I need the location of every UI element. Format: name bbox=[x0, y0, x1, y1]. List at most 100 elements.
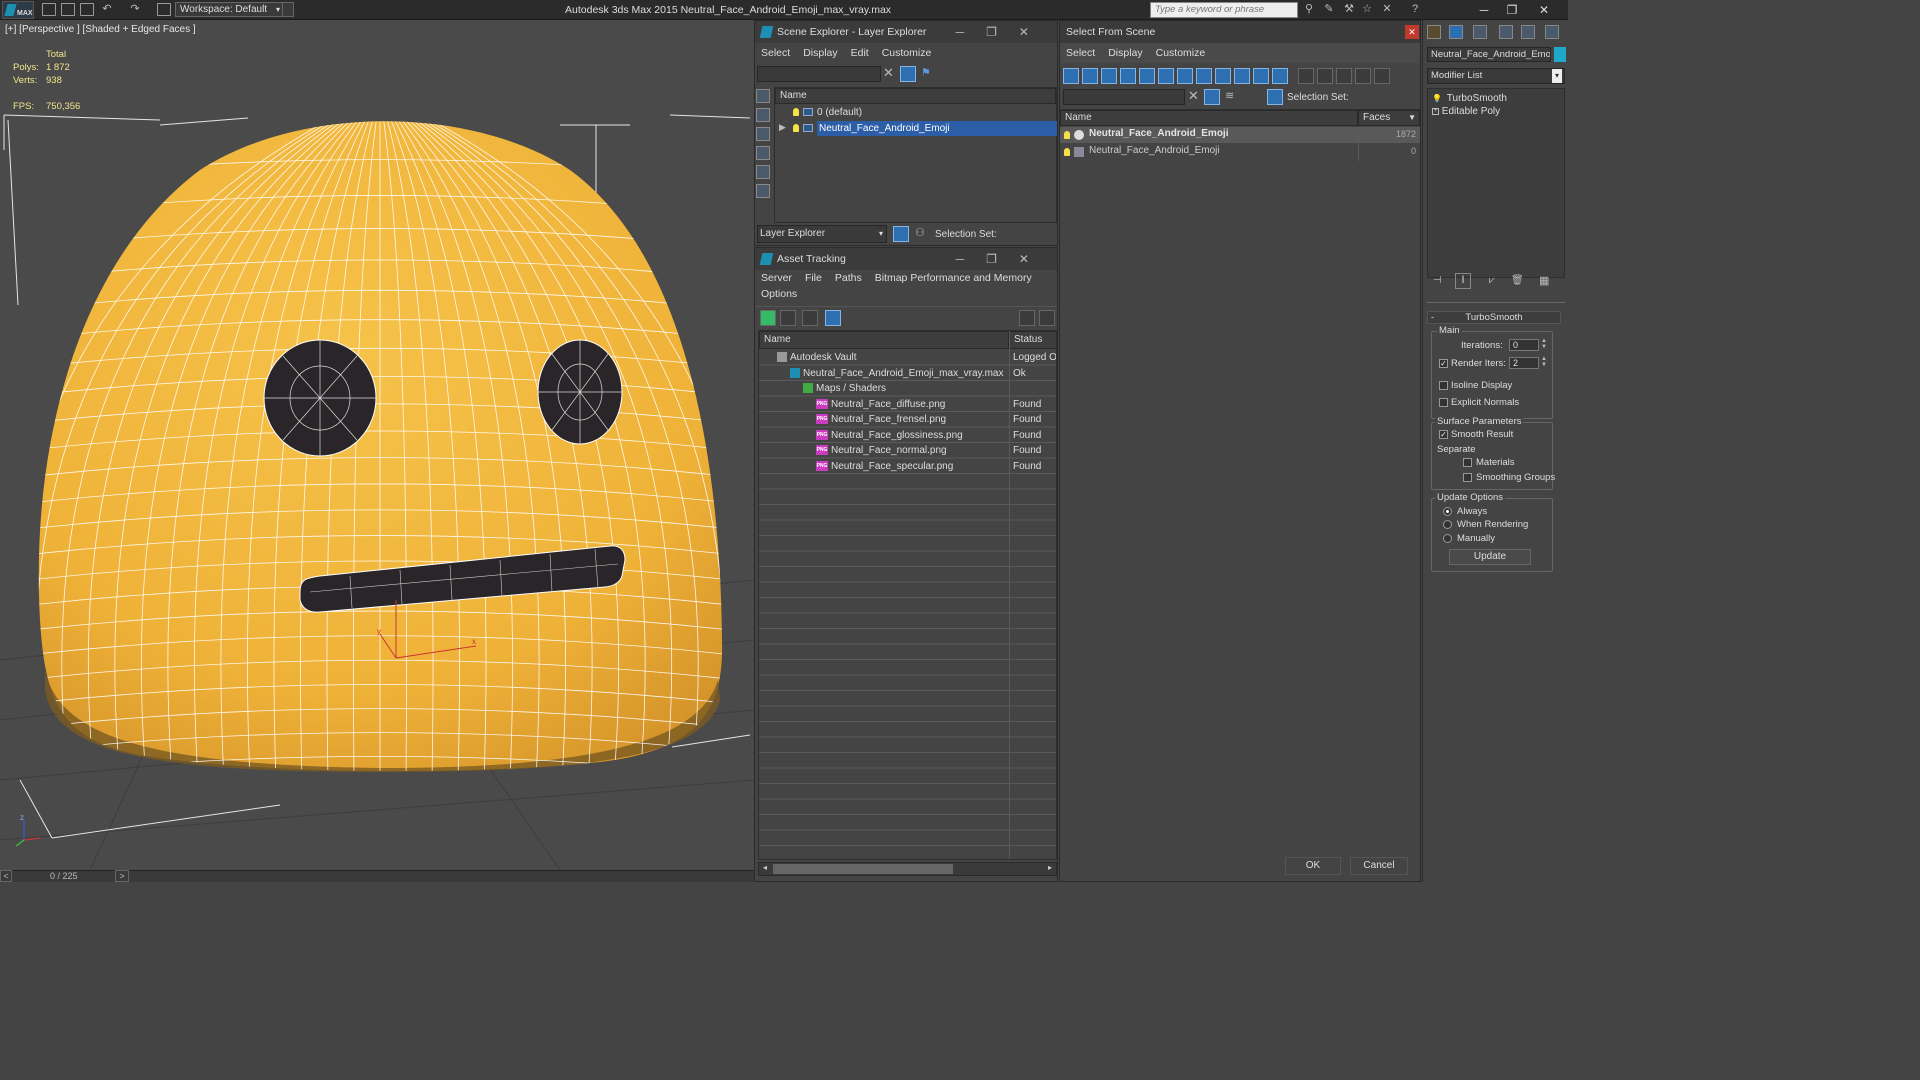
hierarchy-icon[interactable]: ⚇ bbox=[915, 226, 925, 239]
asset-row[interactable]: Autodesk Vault bbox=[777, 350, 857, 365]
project-folder-icon[interactable] bbox=[157, 3, 171, 16]
menu-customize[interactable]: Customize bbox=[1156, 47, 1206, 59]
exchange-icon[interactable]: ⚒ bbox=[1342, 3, 1356, 16]
perspective-viewport[interactable]: x y z [+] [Perspective ] [Shaded + Edged… bbox=[0, 20, 754, 870]
modify-tab-icon[interactable] bbox=[1449, 25, 1463, 39]
spinner-arrows-icon[interactable]: ▲ ▼ bbox=[1541, 356, 1547, 368]
select-scene-search-input[interactable] bbox=[1063, 89, 1185, 105]
layer-mode-icon[interactable] bbox=[893, 226, 909, 242]
asset-row[interactable]: PNG Neutral_Face_specular.png bbox=[816, 459, 953, 474]
motion-tab-icon[interactable] bbox=[1499, 25, 1513, 39]
asset-row[interactable]: Neutral_Face_Android_Emoji_max_vray.max bbox=[790, 366, 1003, 381]
settings-icon[interactable] bbox=[1039, 310, 1055, 326]
cancel-button[interactable]: Cancel bbox=[1350, 857, 1408, 875]
materials-checkbox[interactable] bbox=[1463, 458, 1472, 467]
layer-row-emoji[interactable]: Neutral_Face_Android_Emoji bbox=[793, 121, 1057, 136]
shapes-filter-icon[interactable] bbox=[1082, 68, 1098, 84]
filter-icon[interactable] bbox=[900, 66, 916, 82]
show-end-result-icon[interactable]: I bbox=[1455, 273, 1471, 289]
next-frame-button[interactable]: > bbox=[115, 870, 129, 882]
modifier-list-dropdown[interactable]: Modifier List ▾ bbox=[1427, 68, 1565, 84]
filter-options-filter-icon[interactable] bbox=[1374, 68, 1390, 84]
rollout-header[interactable]: - TurboSmooth bbox=[1427, 311, 1561, 324]
open-file-icon[interactable] bbox=[61, 3, 75, 16]
display-none-filter-icon[interactable] bbox=[1317, 68, 1333, 84]
stack-item-editable-poly[interactable]: + Editable Poly bbox=[1432, 104, 1500, 119]
scroll-right-icon[interactable]: ▸ bbox=[1044, 863, 1056, 875]
close-icon[interactable]: ✕ bbox=[1405, 25, 1419, 39]
time-slider[interactable]: < 0 / 225 > bbox=[0, 870, 754, 882]
groups-filter-icon[interactable] bbox=[1177, 68, 1193, 84]
col-name-header[interactable]: Name bbox=[775, 88, 1056, 104]
scroll-left-icon[interactable]: ◂ bbox=[759, 863, 771, 875]
menu-display[interactable]: Display bbox=[1108, 47, 1142, 59]
menu-bitmap[interactable]: Bitmap Performance and Memory bbox=[875, 272, 1032, 284]
menu-server[interactable]: Server bbox=[761, 272, 792, 284]
list-view-icon[interactable] bbox=[780, 310, 796, 326]
explicit-normals-checkbox[interactable] bbox=[1439, 398, 1448, 407]
bulb-icon[interactable] bbox=[793, 108, 799, 117]
bulb-icon[interactable] bbox=[1064, 131, 1070, 139]
ok-button[interactable]: OK bbox=[1285, 857, 1341, 875]
isoline-checkbox[interactable] bbox=[1439, 381, 1448, 390]
asset-row[interactable]: Maps / Shaders bbox=[803, 381, 886, 396]
asset-col-status[interactable]: Status bbox=[1009, 331, 1056, 349]
object-row-selected[interactable]: Neutral_Face_Android_Emoji 1872 bbox=[1060, 127, 1420, 143]
hierarchy-icon[interactable] bbox=[1267, 89, 1283, 105]
clear-search-icon[interactable]: ✕ bbox=[883, 65, 894, 81]
close-icon[interactable]: ✕ bbox=[1530, 1, 1558, 19]
scene-explorer-window-controls[interactable]: ─❐✕ bbox=[956, 21, 1051, 43]
utilities-tab-icon[interactable] bbox=[1545, 25, 1559, 39]
invert-filter-icon[interactable] bbox=[1336, 68, 1352, 84]
sphere-filter-icon[interactable] bbox=[756, 89, 770, 103]
workspace-dropdown[interactable]: Workspace: Default ▾ bbox=[175, 2, 283, 17]
expand-icon[interactable]: ▶ bbox=[779, 122, 786, 133]
close-x-icon[interactable]: ✕ bbox=[1380, 3, 1394, 16]
col-name-header[interactable]: Name bbox=[1060, 110, 1358, 126]
create-tab-icon[interactable] bbox=[1427, 25, 1441, 39]
help-icon[interactable]: ? bbox=[1408, 3, 1422, 16]
viewport-label[interactable]: [+] [Perspective ] [Shaded + Edged Faces… bbox=[5, 24, 196, 35]
geometry-filter-icon[interactable] bbox=[1063, 68, 1079, 84]
iterations-spinner[interactable]: 0 bbox=[1509, 339, 1539, 351]
render-iters-checkbox[interactable]: ✓ bbox=[1439, 359, 1448, 368]
menu-select[interactable]: Select bbox=[1066, 47, 1095, 59]
sort-filter-icon[interactable] bbox=[1355, 68, 1371, 84]
workspace-menu-button[interactable] bbox=[282, 2, 294, 17]
pin-stack-icon[interactable]: ⊣ bbox=[1433, 275, 1442, 286]
spinner-arrows-icon[interactable]: ▲ ▼ bbox=[1541, 338, 1547, 350]
menu-select[interactable]: Select bbox=[761, 47, 790, 59]
update-button[interactable]: Update bbox=[1449, 549, 1531, 565]
hierarchy-tab-icon[interactable] bbox=[1473, 25, 1487, 39]
when-rendering-radio[interactable] bbox=[1443, 520, 1452, 529]
app-logo-icon[interactable]: MAX bbox=[2, 1, 34, 19]
smoothing-groups-checkbox[interactable] bbox=[1463, 473, 1472, 482]
bulb-icon[interactable] bbox=[793, 124, 799, 133]
refresh-icon[interactable] bbox=[760, 310, 776, 326]
xrefs-filter-icon[interactable] bbox=[1196, 68, 1212, 84]
save-file-icon[interactable] bbox=[80, 3, 94, 16]
table-view-icon[interactable] bbox=[825, 310, 841, 326]
clear-search-icon[interactable]: ✕ bbox=[1188, 88, 1199, 104]
menu-display[interactable]: Display bbox=[803, 47, 837, 59]
asset-row[interactable]: PNG Neutral_Face_diffuse.png bbox=[816, 397, 945, 412]
search-input[interactable]: Type a keyword or phrase bbox=[1150, 2, 1298, 18]
tools-icon[interactable]: ✎ bbox=[1322, 3, 1336, 16]
helpers-filter-icon[interactable] bbox=[756, 165, 770, 179]
asset-tracking-window-controls[interactable]: ─❐✕ bbox=[956, 248, 1051, 270]
redo-icon[interactable]: ↷ bbox=[128, 3, 142, 16]
display-all-filter-icon[interactable] bbox=[1298, 68, 1314, 84]
object-name-field[interactable]: Neutral_Face_Android_Emoji bbox=[1427, 47, 1551, 62]
menu-customize[interactable]: Customize bbox=[882, 47, 932, 59]
menu-edit[interactable]: Edit bbox=[851, 47, 869, 59]
configure-sets-icon[interactable]: ▦ bbox=[1539, 274, 1549, 287]
render-iters-spinner[interactable]: 2 bbox=[1509, 357, 1539, 369]
undo-icon[interactable]: ↶ bbox=[100, 3, 114, 16]
col-faces-header[interactable]: Faces ▼ bbox=[1358, 110, 1420, 126]
minimize-icon[interactable]: ─ bbox=[1470, 1, 1498, 19]
smooth-result-checkbox[interactable]: ✓ bbox=[1439, 430, 1448, 439]
object-row[interactable]: Neutral_Face_Android_Emoji 0 bbox=[1060, 144, 1420, 160]
thumbnail-view-icon[interactable] bbox=[802, 310, 818, 326]
shapes-filter-icon[interactable] bbox=[756, 108, 770, 122]
frozen-filter-icon[interactable] bbox=[1253, 68, 1269, 84]
